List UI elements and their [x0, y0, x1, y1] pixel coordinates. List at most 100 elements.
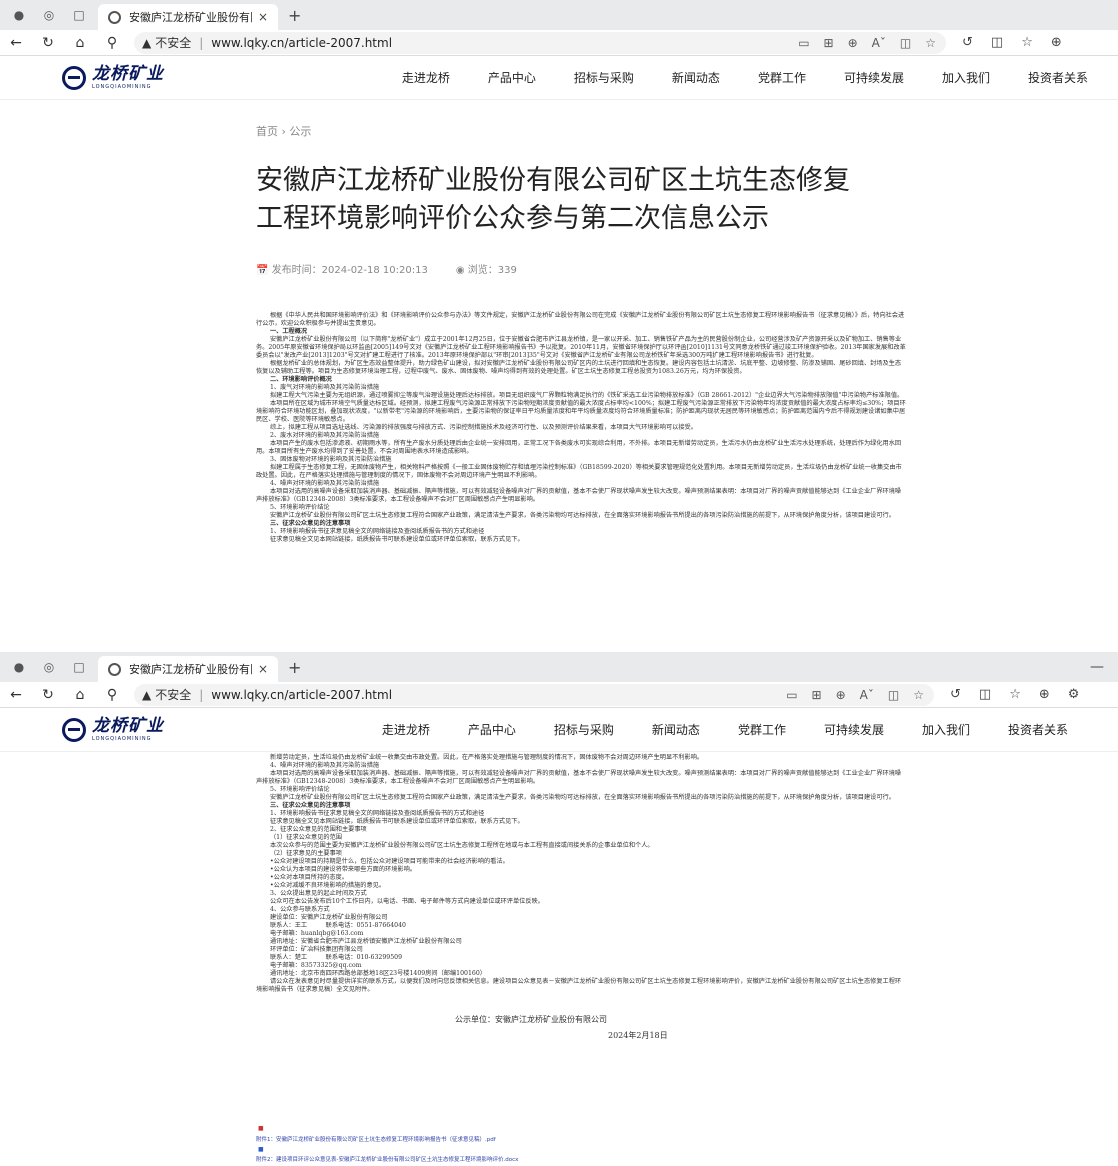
tab-close-icon[interactable]: × — [258, 662, 268, 676]
split-screen-icon[interactable]: ◫ — [888, 688, 899, 702]
breadcrumb: 首页 › 公示 — [256, 125, 312, 138]
article-body-continued: 新增劳动定员，生活垃圾仍由龙桥矿业统一收集交由市政处置。因此，在严格落实处理措施… — [256, 754, 906, 994]
nav-item-products[interactable]: 产品中心 — [488, 69, 536, 86]
zoom-icon[interactable]: ⊕ — [836, 688, 846, 702]
article-body: 根据《中华人民共和国环境影响评价法》和《环境影响评价公众参与办法》等文件规定，安… — [256, 312, 906, 544]
tab-actions-icon[interactable]: □ — [68, 4, 90, 26]
read-aloud-icon[interactable]: Aˇ — [872, 36, 886, 50]
article-meta: 📅 发布时间：2024-02-18 10:20:13 ◉ 浏览：339 — [256, 261, 517, 276]
sidebar-icon[interactable]: ◫ — [991, 35, 1003, 50]
split-screen-icon[interactable]: ◫ — [900, 36, 911, 50]
favorite-star-icon[interactable]: ☆ — [913, 688, 924, 702]
logo-mark-icon — [62, 717, 86, 742]
zoom-icon[interactable]: ⊕ — [848, 36, 858, 50]
nav-item-about[interactable]: 走进龙桥 — [382, 721, 430, 738]
site-header: 龙桥矿业 LONGQIAOMINING 走进龙桥 产品中心 招标与采购 新闻动态… — [0, 708, 1118, 752]
breadcrumb-current[interactable]: 公示 — [289, 125, 311, 138]
site-favicon-icon — [108, 662, 121, 676]
insecure-label[interactable]: 不安全 — [155, 686, 191, 703]
nav-item-investors[interactable]: 投资者关系 — [1008, 721, 1068, 738]
attachment-link-2[interactable]: 附件2：建设项目环评公众意见表-安徽庐江龙桥矿业股份有限公司矿区土坑生态修复工程… — [256, 1155, 518, 1163]
profile-icon[interactable]: ● — [8, 656, 30, 678]
nav-item-procurement[interactable]: 招标与采购 — [574, 69, 634, 86]
favorite-star-icon[interactable]: ☆ — [925, 36, 936, 50]
nav-item-investors[interactable]: 投资者关系 — [1028, 69, 1088, 86]
collections-icon[interactable]: ⊕ — [1039, 687, 1050, 702]
minimize-icon[interactable]: — — [1090, 659, 1104, 675]
home-icon[interactable]: ⌂ — [64, 687, 96, 703]
apps-icon[interactable]: ⊞ — [824, 36, 834, 50]
nav-item-products[interactable]: 产品中心 — [468, 721, 516, 738]
paragraph: 3、固体废物对环境的影响及其污染防治措施 — [270, 456, 392, 463]
browser-tab[interactable]: 安徽庐江龙桥矿业股份有限公司 × — [98, 4, 278, 30]
paragraph: 建设单位：安徽庐江龙桥矿业股份有限公司 — [270, 914, 388, 921]
warning-icon[interactable]: ▲ — [142, 36, 151, 50]
paragraph: •公众对减缓不良环境影响的措施的意见。 — [270, 882, 386, 889]
profile-icon[interactable]: ● — [8, 4, 30, 26]
paragraph: 联系人：楚工 联系电话：010-63299509 — [270, 954, 403, 961]
screen-cast-icon[interactable]: ▭ — [798, 36, 809, 50]
pdf-file-icon: ■ — [258, 1125, 264, 1132]
nav-item-party[interactable]: 党群工作 — [758, 69, 806, 86]
nav-item-news[interactable]: 新闻动态 — [652, 721, 700, 738]
apps-icon[interactable]: ⊞ — [812, 688, 822, 702]
refresh-page-icon[interactable]: ↺ — [962, 35, 973, 50]
nav-item-about[interactable]: 走进龙桥 — [402, 69, 450, 86]
logo-subtext: LONGQIAOMINING — [92, 735, 152, 742]
paragraph: 根据《中华人民共和国环境影响评价法》和《环境影响评价公众参与办法》等文件规定，安… — [256, 312, 905, 327]
site-logo[interactable]: 龙桥矿业 LONGQIAOMINING — [62, 717, 164, 742]
docx-file-icon: ■ — [258, 1146, 264, 1153]
nav-item-careers[interactable]: 加入我们 — [942, 69, 990, 86]
paragraph: 拟建工程大气污染主要为无组织源，通过喷雾抑尘等废气治理设施处理后达标排放。项目无… — [270, 392, 904, 399]
browser-tab[interactable]: 安徽庐江龙桥矿业股份有限公司 × — [98, 656, 278, 682]
new-tab-button[interactable]: + — [288, 6, 301, 25]
favorites-icon[interactable]: ☆ — [1021, 35, 1033, 50]
nav-item-party[interactable]: 党群工作 — [738, 721, 786, 738]
refresh-icon[interactable]: ↻ — [32, 687, 64, 703]
extensions-icon[interactable]: ⚙ — [1068, 687, 1080, 702]
read-aloud-icon[interactable]: Aˇ — [860, 688, 874, 702]
attachment-link-1[interactable]: 附件1：安徽庐江龙桥矿业股份有限公司矿区土坑生态修复工程环境影响报告书（征求意见… — [256, 1135, 496, 1143]
refresh-page-icon[interactable]: ↺ — [950, 687, 961, 702]
nav-item-careers[interactable]: 加入我们 — [922, 721, 970, 738]
address-row: ← ↻ ⌂ ⚲ ▲ 不安全 | www.lqky.cn/article-2007… — [0, 30, 1118, 56]
tab-title: 安徽庐江龙桥矿业股份有限公司 — [129, 663, 252, 676]
insecure-label[interactable]: 不安全 — [155, 34, 191, 51]
workspaces-icon[interactable]: ◎ — [38, 4, 60, 26]
back-icon[interactable]: ← — [0, 687, 32, 703]
screen-cast-icon[interactable]: ▭ — [786, 688, 797, 702]
favorites-icon[interactable]: ☆ — [1009, 687, 1021, 702]
paragraph: 2、废水对环境的影响及其污染防治措施 — [270, 432, 380, 439]
paragraph: 本项目对选用的高噪声设备采取加装消声器、基础减振、隔声等措施，可以有效减轻设备噪… — [256, 770, 902, 785]
paragraph: 安徽庐江龙桥矿业股份有限公司矿区土坑生态修复工程符合国家产业政策，满足清洁生产要… — [270, 512, 895, 519]
refresh-icon[interactable]: ↻ — [32, 35, 64, 51]
nav-item-procurement[interactable]: 招标与采购 — [554, 721, 614, 738]
workspaces-icon[interactable]: ◎ — [38, 656, 60, 678]
home-icon[interactable]: ⌂ — [64, 35, 96, 51]
sidebar-icon[interactable]: ◫ — [979, 687, 991, 702]
nav-item-sustainability[interactable]: 可持续发展 — [844, 69, 904, 86]
search-icon[interactable]: ⚲ — [96, 687, 128, 703]
back-icon[interactable]: ← — [0, 35, 32, 51]
paragraph: 本项目所在区域为城市环境空气质量达标区域。经预测，拟建工程废气污染源正常排放下污… — [256, 400, 906, 423]
nav-item-sustainability[interactable]: 可持续发展 — [824, 721, 884, 738]
url-text[interactable]: www.lqky.cn/article-2007.html — [211, 688, 392, 702]
nav-item-news[interactable]: 新闻动态 — [672, 69, 720, 86]
new-tab-button[interactable]: + — [288, 658, 301, 677]
search-icon[interactable]: ⚲ — [96, 35, 128, 51]
address-bar[interactable]: ▲ 不安全 | www.lqky.cn/article-2007.html ▭ … — [134, 683, 934, 706]
address-bar[interactable]: ▲ 不安全 | www.lqky.cn/article-2007.html ▭ … — [134, 31, 946, 54]
paragraph: 本次公众参与的范围主要为安徽庐江龙桥矿业股份有限公司矿区土坑生态修复工程所在地或… — [270, 842, 654, 849]
paragraph: 拟建工程属于生态修复工程，无固体废物产生，相关物料严格按照《一般工业固体废物贮存… — [256, 464, 902, 479]
logo-subtext: LONGQIAOMINING — [92, 83, 152, 90]
tab-strip: ● ◎ □ 安徽庐江龙桥矿业股份有限公司 × + — [0, 0, 1118, 30]
tab-close-icon[interactable]: × — [258, 10, 268, 24]
url-text[interactable]: www.lqky.cn/article-2007.html — [211, 36, 392, 50]
warning-icon[interactable]: ▲ — [142, 688, 151, 702]
tab-actions-icon[interactable]: □ — [68, 656, 90, 678]
site-logo[interactable]: 龙桥矿业 LONGQIAOMINING — [62, 65, 164, 90]
collections-icon[interactable]: ⊕ — [1051, 35, 1062, 50]
breadcrumb-home[interactable]: 首页 — [256, 125, 278, 138]
section-heading: 三、征求公众意见的注意事项 — [270, 802, 351, 809]
tab-strip: ● ◎ □ 安徽庐江龙桥矿业股份有限公司 × + — — [0, 652, 1118, 682]
